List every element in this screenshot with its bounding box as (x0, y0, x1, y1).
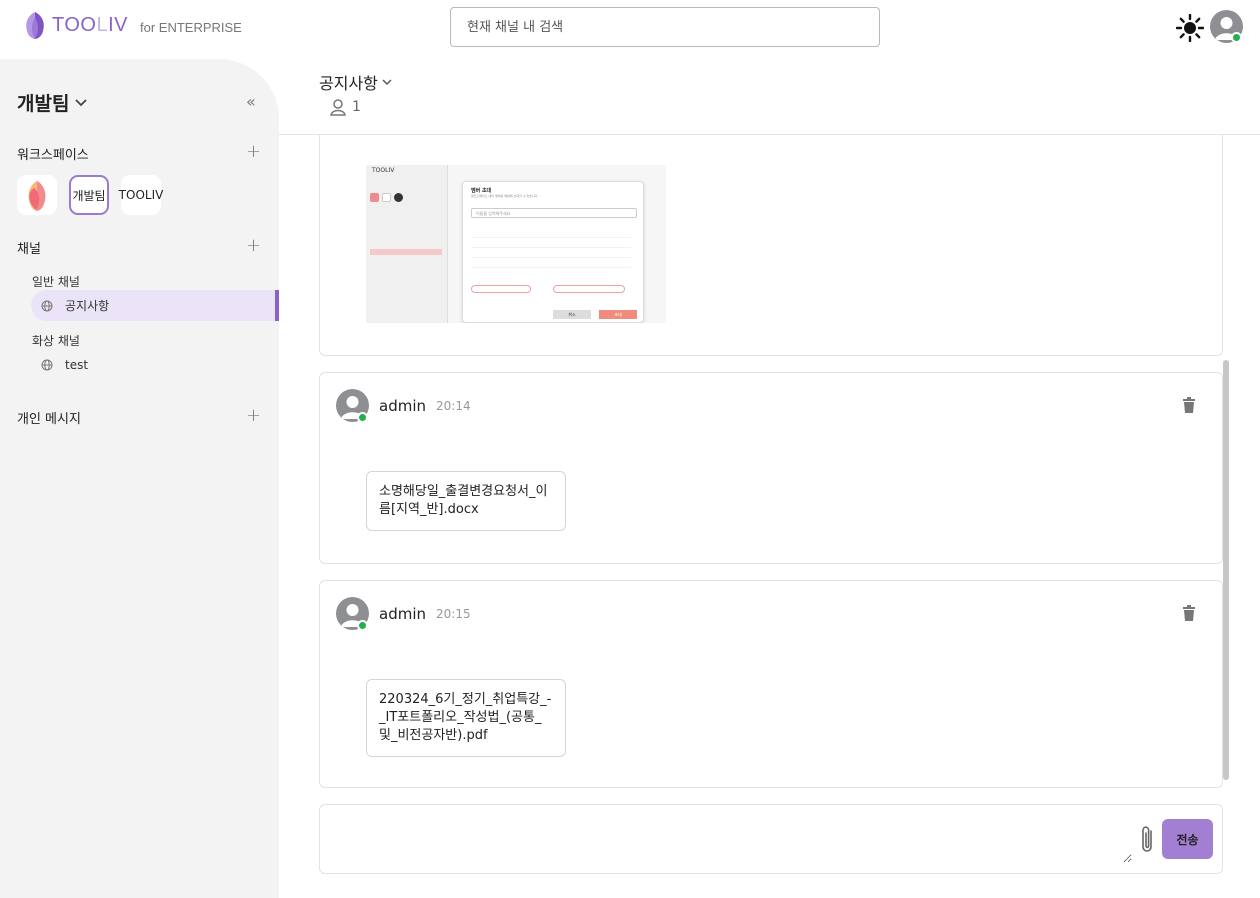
chevron-down-icon (75, 98, 88, 106)
channel-member-count[interactable]: 1 (329, 98, 361, 116)
online-status-dot (357, 620, 368, 631)
workspace-tile-tooliv-logo[interactable] (17, 175, 57, 215)
app-logo[interactable]: TOOLIV for ENTERPRISE (22, 10, 242, 40)
message-card-image: TOOLIV 멤버 초대 워크스페이스 내의 멤버를 채널에 초대할 수 있습니… (319, 135, 1223, 356)
add-direct-message-icon[interactable]: + (246, 405, 261, 426)
channel-item-notice[interactable]: 공지사항 (31, 290, 279, 321)
channel-search-input[interactable] (450, 7, 880, 47)
message-composer: 전송 (319, 804, 1223, 874)
channels-section-title: 채널 (17, 242, 41, 257)
video-channels-label: 화상 채널 (32, 334, 80, 348)
channel-title[interactable]: 공지사항 (319, 70, 393, 94)
tooliv-flower-logo-icon (28, 181, 46, 211)
logo-subtitle: for ENTERPRISE (140, 19, 242, 35)
file-attachment[interactable]: 소명해당일_출결변경요청서_이름[지역_반].docx (366, 471, 566, 531)
online-status-dot (357, 412, 368, 423)
chevron-down-icon (382, 78, 392, 85)
team-selector[interactable]: 개발팀 (17, 89, 88, 116)
channel-item-test[interactable]: test (31, 349, 279, 380)
workspace-tile-tooliv[interactable]: TOOLIV (119, 175, 163, 215)
message-card: admin 20:14 소명해당일_출결변경요청서_이름[지역_반].docx (319, 372, 1223, 564)
globe-icon (41, 300, 53, 311)
delete-message-trash-icon[interactable] (1182, 605, 1196, 621)
collapse-sidebar-icon[interactable]: « (246, 92, 256, 111)
add-workspace-icon[interactable]: + (246, 141, 261, 162)
online-status-dot (1231, 32, 1242, 43)
top-bar: TOOLIV for ENTERPRISE (0, 0, 1260, 56)
message-list-scrollbar[interactable] (1223, 360, 1229, 780)
send-button[interactable]: 전송 (1162, 819, 1213, 859)
invite-dialog-preview: 멤버 초대 워크스페이스 내의 멤버를 채널에 초대할 수 있습니다 이름을 입… (462, 181, 644, 323)
message-time: 20:15 (436, 606, 471, 621)
image-attachment[interactable]: TOOLIV 멤버 초대 워크스페이스 내의 멤버를 채널에 초대할 수 있습니… (366, 165, 666, 323)
file-attachment[interactable]: 220324_6기_정기_취업특강_-_IT포트폴리오_작성법_(공통_및_비전… (366, 679, 566, 757)
message-input[interactable] (332, 815, 1132, 863)
workspace-section-title: 워크스페이스 (17, 148, 89, 163)
general-channels-label: 일반 채널 (32, 275, 80, 289)
workspace-tile-dev-team[interactable]: 개발팀 (69, 175, 109, 215)
tooliv-logo-icon (26, 12, 44, 39)
message-time: 20:14 (436, 398, 471, 413)
direct-messages-section-title: 개인 메시지 (17, 412, 81, 427)
paperclip-attach-icon[interactable] (1138, 823, 1156, 857)
person-icon (330, 99, 346, 116)
sidebar: 개발팀 « 워크스페이스 + 개발팀 TOOLIV 채널 + 일반 채널 공지사… (0, 59, 279, 898)
message-author[interactable]: admin (379, 397, 426, 415)
globe-icon (41, 359, 53, 370)
message-author[interactable]: admin (379, 605, 426, 623)
theme-toggle-sun-icon[interactable] (1176, 14, 1204, 42)
delete-message-trash-icon[interactable] (1182, 397, 1196, 413)
message-card: admin 20:15 220324_6기_정기_취업특강_-_IT포트폴리오_… (319, 580, 1223, 788)
add-channel-icon[interactable]: + (246, 235, 261, 256)
